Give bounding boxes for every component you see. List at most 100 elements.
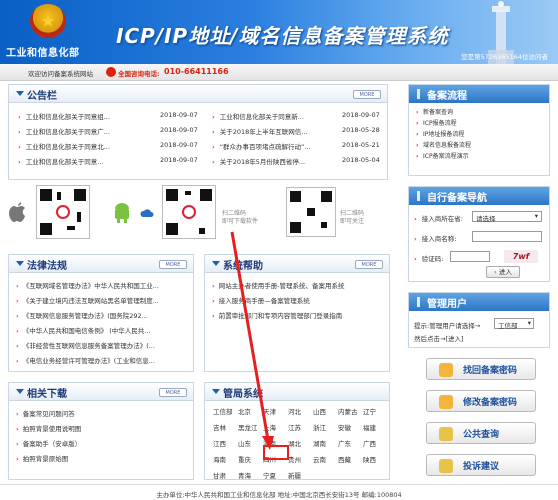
law-item[interactable]: › 《电信业务经营许可管理办法》(工业和信息... xyxy=(16,355,155,365)
apple-icon[interactable] xyxy=(6,200,28,224)
captcha-input[interactable] xyxy=(450,251,490,262)
bureau-link[interactable]: 黑龙江 xyxy=(238,422,258,432)
bureau-link[interactable]: 青海 xyxy=(238,470,251,480)
welcome-text: 欢迎访问备案系统网站 xyxy=(28,70,93,78)
bureau-link[interactable]: 江苏 xyxy=(288,422,301,432)
notice-date: 2018-05-04 xyxy=(342,156,380,164)
help-item[interactable]: › 接入服务商手册—备案管理系统 xyxy=(212,295,310,305)
admin-title: 管理用户 xyxy=(409,293,549,311)
bureau-link[interactable]: 河北 xyxy=(288,406,301,416)
bureau-link[interactable]: 海南 xyxy=(213,454,226,464)
bureau-link[interactable]: 新疆 xyxy=(288,470,301,480)
bureau-link[interactable]: 江西 xyxy=(213,438,226,448)
related-item[interactable]: › 备案常见问题问答 xyxy=(16,408,75,418)
wechat-qr-code xyxy=(286,187,336,237)
complaint-button[interactable]: 投诉建议 xyxy=(426,454,536,476)
chevron-down-icon xyxy=(16,91,24,96)
flow-item[interactable]: ICP备案流程演示 xyxy=(409,151,549,162)
ios-qr-code xyxy=(36,185,90,239)
bureau-link[interactable]: 宁夏 xyxy=(263,470,276,480)
bureau-link[interactable]: 吉林 xyxy=(213,422,226,432)
admin-dept-select[interactable]: 工信部 ▾ xyxy=(494,318,534,330)
bureau-link[interactable]: 重庆 xyxy=(238,454,251,464)
notice-item[interactable]: › 关于2018年5月份陕西省停... xyxy=(212,156,305,166)
notice-item[interactable]: › 工业和信息化部关于同意北... xyxy=(18,141,110,151)
bureau-link[interactable]: 天津 xyxy=(263,406,276,416)
captcha-label: › 验证码: xyxy=(414,255,444,263)
notice-item[interactable]: › 工业和信息化部关于同意广... xyxy=(18,126,110,136)
notice-date: 2018-09-07 xyxy=(160,111,198,119)
android-icon[interactable] xyxy=(112,202,132,224)
system-title: ICP/IP地址/域名信息备案管理系统 xyxy=(116,24,449,48)
public-query-button[interactable]: 公共查询 xyxy=(426,422,536,444)
flow-item[interactable]: ICP报备流程 xyxy=(409,118,549,129)
bureau-link[interactable]: 上海 xyxy=(263,422,276,432)
bureau-link[interactable]: 湖南 xyxy=(313,438,326,448)
notice-more-button[interactable]: MORE xyxy=(353,90,381,99)
law-item[interactable]: › 《互联网域名管理办法》中华人民共和国工业... xyxy=(16,280,159,290)
bureau-link[interactable]: 辽宁 xyxy=(363,406,376,416)
flow-item[interactable]: IP地址报备流程 xyxy=(409,129,549,140)
bureau-link[interactable]: 广东 xyxy=(338,438,351,448)
enter-button[interactable]: › 进入 xyxy=(486,266,520,278)
bureau-link[interactable]: 浙江 xyxy=(313,422,326,432)
help-item[interactable]: › 前置审批部门和专项内容管理部门登录指南 xyxy=(212,310,342,320)
flow-item[interactable]: 域名信息报备流程 xyxy=(409,140,549,151)
chat-icon xyxy=(439,459,453,473)
bureau-link[interactable]: 工信部 xyxy=(213,406,233,416)
notice-item[interactable]: › 工业和信息化部关于同意新... xyxy=(212,111,304,121)
flow-item[interactable]: 新备案查询 xyxy=(409,107,549,118)
related-more-button[interactable]: MORE xyxy=(159,388,187,397)
sub-bar: 欢迎访问备案系统网站 全国咨询电话: 010-66411166 xyxy=(0,64,558,81)
bureau-link[interactable]: 陕西 xyxy=(363,454,376,464)
bureau-link[interactable]: 湖北 xyxy=(288,438,301,448)
flow-panel: 备案流程 新备案查询 ICP报备流程 IP地址报备流程 域名信息报备流程 ICP… xyxy=(408,84,550,176)
law-item[interactable]: › 《非经营性互联网信息服务备案管理办法》(... xyxy=(16,340,155,350)
law-item[interactable]: › 《互联网信息服务管理办法》(国务院292... xyxy=(16,310,148,320)
notice-date: 2018-09-07 xyxy=(160,156,198,164)
app-logo-icon xyxy=(56,205,70,219)
notice-item[interactable]: › 关于2018年上半年互联网信... xyxy=(212,126,307,136)
search-icon xyxy=(439,427,453,441)
isp-province-select[interactable]: 请选择 ▾ xyxy=(472,211,542,223)
help-more-button[interactable]: MORE xyxy=(355,260,383,269)
phone-icon xyxy=(106,67,116,77)
scan-follow-text: 扫二维码 即可关注 xyxy=(340,210,365,225)
lock-icon xyxy=(439,363,453,377)
chevron-down-icon xyxy=(16,389,24,394)
bureau-link[interactable]: 安徽 xyxy=(338,422,351,432)
annotation-highlight xyxy=(263,445,289,460)
related-item[interactable]: › 备案助手（安卓版） xyxy=(16,438,81,448)
chevron-down-icon xyxy=(212,389,220,394)
related-item[interactable]: › 拍照背景使用说明图 xyxy=(16,423,81,433)
chevron-down-icon xyxy=(212,261,220,266)
bureau-link[interactable]: 云南 xyxy=(313,454,326,464)
bureau-link[interactable]: 贵州 xyxy=(288,454,301,464)
phone-number: 010-66411166 xyxy=(164,67,229,76)
law-item[interactable]: › 《中华人民共和国电信条例》 (中华人民共... xyxy=(16,325,151,335)
bureau-link[interactable]: 福建 xyxy=(363,422,376,432)
bureau-link[interactable]: 北京 xyxy=(238,406,251,416)
modify-password-button[interactable]: 修改备案密码 xyxy=(426,390,536,412)
bureau-link[interactable]: 广西 xyxy=(363,438,376,448)
admin-confirm: 然后点击→[进入] xyxy=(414,335,464,343)
scan-download-text: 扫二维码 即可下载软件 xyxy=(222,210,259,225)
notice-item[interactable]: › 工业和信息化部关于同意... xyxy=(18,156,103,166)
bureau-link[interactable]: 内蒙古 xyxy=(338,406,358,416)
bureau-link[interactable]: 甘肃 xyxy=(213,470,226,480)
edit-icon xyxy=(439,395,453,409)
bureau-link[interactable]: 西藏 xyxy=(338,454,351,464)
captcha-image[interactable]: 7wf xyxy=(504,250,538,263)
related-item[interactable]: › 拍照背景原始图 xyxy=(16,453,68,463)
help-item[interactable]: › 网站主办者使用手册-管理系统、备案用系统 xyxy=(212,280,345,290)
law-more-button[interactable]: MORE xyxy=(159,260,187,269)
law-item[interactable]: › 《关于建立境内违法互联网站黑名单管理制度... xyxy=(16,295,159,305)
bureau-link[interactable]: 山东 xyxy=(238,438,251,448)
notice-item[interactable]: › “群众办事百项堵点疏解行动”... xyxy=(212,141,311,151)
phone-label: 全国咨询电话: xyxy=(118,70,160,78)
bureau-link[interactable]: 山西 xyxy=(313,406,326,416)
retrieve-password-button[interactable]: 找回备案密码 xyxy=(426,358,536,380)
isp-name-input[interactable] xyxy=(472,231,542,242)
chevron-down-icon xyxy=(16,261,24,266)
footer-text: 主办单位:中华人民共和国工业和信息化部 地址:中国北京西长安街13号 邮编:10… xyxy=(0,484,558,500)
